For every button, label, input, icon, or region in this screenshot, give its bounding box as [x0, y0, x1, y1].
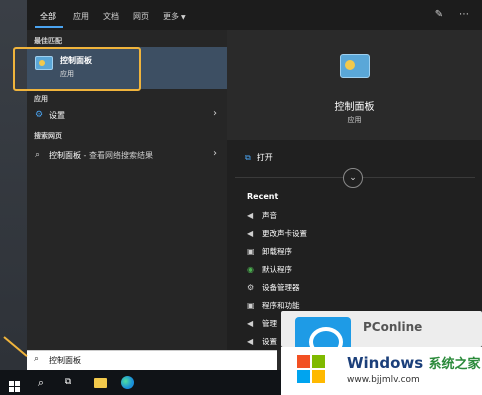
recent-item[interactable]: ▣ 卸载程序	[247, 246, 292, 257]
speaker-icon: ◀	[247, 229, 254, 238]
search-box[interactable]: ⌕	[27, 350, 277, 370]
chevron-right-icon[interactable]: ›	[213, 148, 217, 159]
detail-pane: 控制面板 应用 ⧉ 打开 ⌄ Recent ◀ 声音 ◀ 更改声卡设置 ▣ 卸载程序 ◉…	[227, 30, 482, 350]
recent-item-label: 管理	[262, 319, 277, 328]
web-search-header: 搜索网页	[34, 132, 62, 140]
task-view-icon[interactable]: ⧉	[60, 375, 76, 390]
more-options-icon[interactable]: ⋯	[457, 8, 471, 22]
tab-documents[interactable]: 文档	[103, 11, 119, 22]
watermark-brand: PConline	[363, 320, 423, 334]
search-tabs-bar: 全部 应用 文档 网页 更多 ▼ ✎ ⋯	[27, 0, 482, 30]
recent-item[interactable]: ⚙ 设备管理器	[247, 282, 300, 293]
speaker-icon: ◀	[247, 211, 254, 220]
search-input[interactable]	[49, 353, 269, 368]
taskbar-search-icon[interactable]: ⌕	[33, 375, 49, 390]
recent-item[interactable]: ▣ 程序和功能	[247, 300, 300, 311]
expand-chevron-icon[interactable]: ⌄	[343, 168, 363, 188]
tab-more-label: 更多	[163, 12, 179, 21]
default-programs-icon: ◉	[247, 265, 254, 274]
programs-icon: ▣	[247, 247, 255, 256]
search-icon: ⌕	[34, 354, 40, 364]
watermark-url: www.bjjmlv.com	[347, 375, 420, 385]
gear-icon: ⚙	[35, 110, 44, 120]
windows-flag-icon	[297, 355, 325, 383]
windows-logo-icon	[8, 381, 20, 392]
device-manager-icon: ⚙	[247, 283, 255, 292]
recent-item[interactable]: ◉ 默认程序	[247, 264, 292, 275]
search-icon: ⌕	[35, 150, 41, 160]
result-item-settings[interactable]: ⚙ 设置 ›	[27, 107, 227, 124]
active-tab-indicator	[35, 26, 63, 28]
tab-apps[interactable]: 应用	[73, 11, 89, 22]
recent-item-label: 设备管理器	[262, 283, 300, 292]
tab-web[interactable]: 网页	[133, 11, 149, 22]
recent-item-label: 默认程序	[262, 265, 292, 274]
watermark-windows-text: Windows 系统之家	[347, 353, 480, 372]
recent-item-label: 卸载程序	[262, 247, 292, 256]
control-panel-icon	[340, 54, 370, 78]
result-item-label: 控制面板 - 查看网络搜索结果	[49, 150, 153, 161]
recent-item-label: 更改声卡设置	[262, 229, 307, 238]
watermark-cn: 系统之家	[428, 357, 481, 372]
open-icon: ⧉	[245, 153, 251, 162]
recent-item-label: 声音	[262, 211, 277, 220]
tab-more[interactable]: 更多 ▼	[163, 11, 186, 22]
recent-item-label: 程序和功能	[262, 301, 300, 310]
programs-icon: ▣	[247, 301, 255, 310]
result-item-label: 设置	[49, 111, 65, 120]
apps-header: 应用	[34, 95, 48, 103]
watermark-bottom: Windows 系统之家 www.bjjmlv.com	[281, 347, 482, 395]
open-label: 打开	[256, 153, 273, 162]
chevron-right-icon[interactable]: ›	[213, 108, 217, 119]
file-explorer-icon[interactable]	[94, 378, 107, 388]
recent-item-label: 设置	[262, 337, 277, 346]
chevron-down-icon: ▼	[181, 14, 186, 21]
speaker-icon: ◀	[247, 319, 254, 328]
recent-item[interactable]: ◀ 管理	[247, 318, 277, 329]
detail-title: 控制面板	[334, 102, 375, 113]
detail-subtitle: 应用	[347, 116, 362, 124]
open-action[interactable]: ⧉ 打开	[245, 152, 273, 163]
watermark: PConline Windows 系统之家 www.bjjmlv.com	[281, 311, 482, 395]
feedback-icon[interactable]: ✎	[432, 8, 446, 22]
edge-browser-icon[interactable]	[121, 376, 134, 389]
recent-item[interactable]: ◀ 声音	[247, 210, 277, 221]
tab-all[interactable]: 全部	[40, 11, 56, 22]
recent-item[interactable]: ◀ 设置	[247, 336, 277, 347]
web-query: 控制面板	[49, 151, 81, 160]
best-match-header: 最佳匹配	[34, 37, 62, 45]
watermark-windows: Windows	[347, 354, 424, 372]
result-item-web-search[interactable]: ⌕ 控制面板 - 查看网络搜索结果 ›	[27, 147, 227, 164]
settings-icon: ◀	[247, 337, 254, 346]
start-button[interactable]	[6, 375, 22, 392]
detail-header: 控制面板 应用	[227, 30, 482, 140]
highlight-box	[13, 47, 141, 91]
recent-header: Recent	[247, 192, 279, 201]
web-suffix: - 查看网络搜索结果	[81, 151, 153, 160]
recent-item[interactable]: ◀ 更改声卡设置	[247, 228, 307, 239]
